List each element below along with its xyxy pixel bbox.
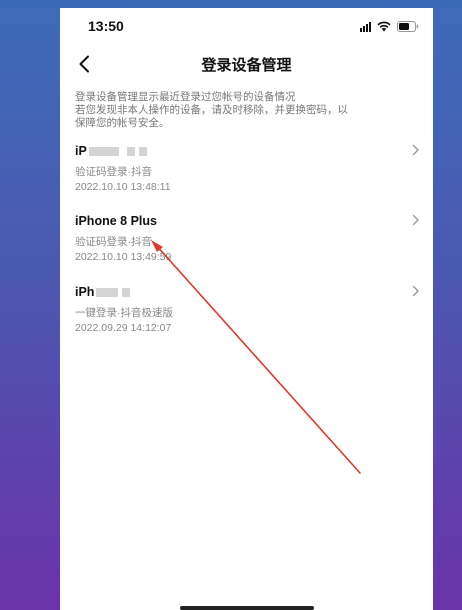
battery-icon bbox=[397, 21, 419, 32]
login-time: 2022.10.10 13:49:59 bbox=[75, 251, 172, 263]
chevron-right-icon bbox=[412, 285, 419, 297]
device-name: iP bbox=[75, 144, 87, 158]
signal-icon bbox=[360, 22, 371, 32]
redacted-text bbox=[122, 288, 131, 298]
redacted-text bbox=[126, 147, 135, 157]
login-time: 2022.10.10 13:48:11 bbox=[75, 181, 171, 193]
login-method: 验证码登录·抖音 bbox=[75, 236, 152, 248]
device-name: iPhone 8 Plus bbox=[75, 214, 157, 228]
intro-line-1: 登录设备管理显示最近登录过您帐号的设备情况 bbox=[75, 91, 296, 103]
status-time: 13:50 bbox=[88, 18, 124, 34]
device-item[interactable]: iP 验证码登录·抖音 2022.10.10 13:48:11 bbox=[75, 144, 420, 204]
page-title: 登录设备管理 bbox=[201, 57, 292, 74]
home-indicator bbox=[180, 606, 314, 610]
device-name: iPh bbox=[75, 285, 95, 299]
nav-bar: 登录设备管理 bbox=[60, 44, 433, 84]
device-item[interactable]: iPh 一键登录·抖音极速版 2022.09.29 14:12:07 bbox=[75, 285, 420, 345]
login-method: 一键登录·抖音极速版 bbox=[75, 307, 173, 319]
phone-screen: 13:50 登录设备管理 登录设备管理显示最近登录过您帐号的设备情况 若您发现非… bbox=[60, 8, 433, 610]
status-icons bbox=[360, 20, 419, 32]
intro-line-2: 若您发现非本人操作的设备，请及时移除，并更换密码，以 bbox=[75, 104, 348, 116]
device-item[interactable]: iPhone 8 Plus 验证码登录·抖音 2022.10.10 13:49:… bbox=[75, 214, 420, 274]
chevron-right-icon bbox=[412, 214, 419, 226]
wifi-icon bbox=[377, 21, 391, 32]
device-name-row: iP bbox=[75, 144, 147, 158]
redacted-text bbox=[138, 147, 147, 157]
device-name-row: iPh bbox=[75, 285, 131, 299]
status-bar: 13:50 bbox=[60, 8, 433, 44]
chevron-right-icon bbox=[412, 144, 419, 156]
redacted-text bbox=[88, 147, 119, 157]
intro-line-3: 保障您的帐号安全。 bbox=[75, 117, 170, 129]
intro-text: 登录设备管理显示最近登录过您帐号的设备情况 若您发现非本人操作的设备，请及时移除… bbox=[75, 91, 425, 130]
login-time: 2022.09.29 14:12:07 bbox=[75, 322, 172, 334]
redacted-text bbox=[96, 288, 119, 298]
login-method: 验证码登录·抖音 bbox=[75, 166, 152, 178]
